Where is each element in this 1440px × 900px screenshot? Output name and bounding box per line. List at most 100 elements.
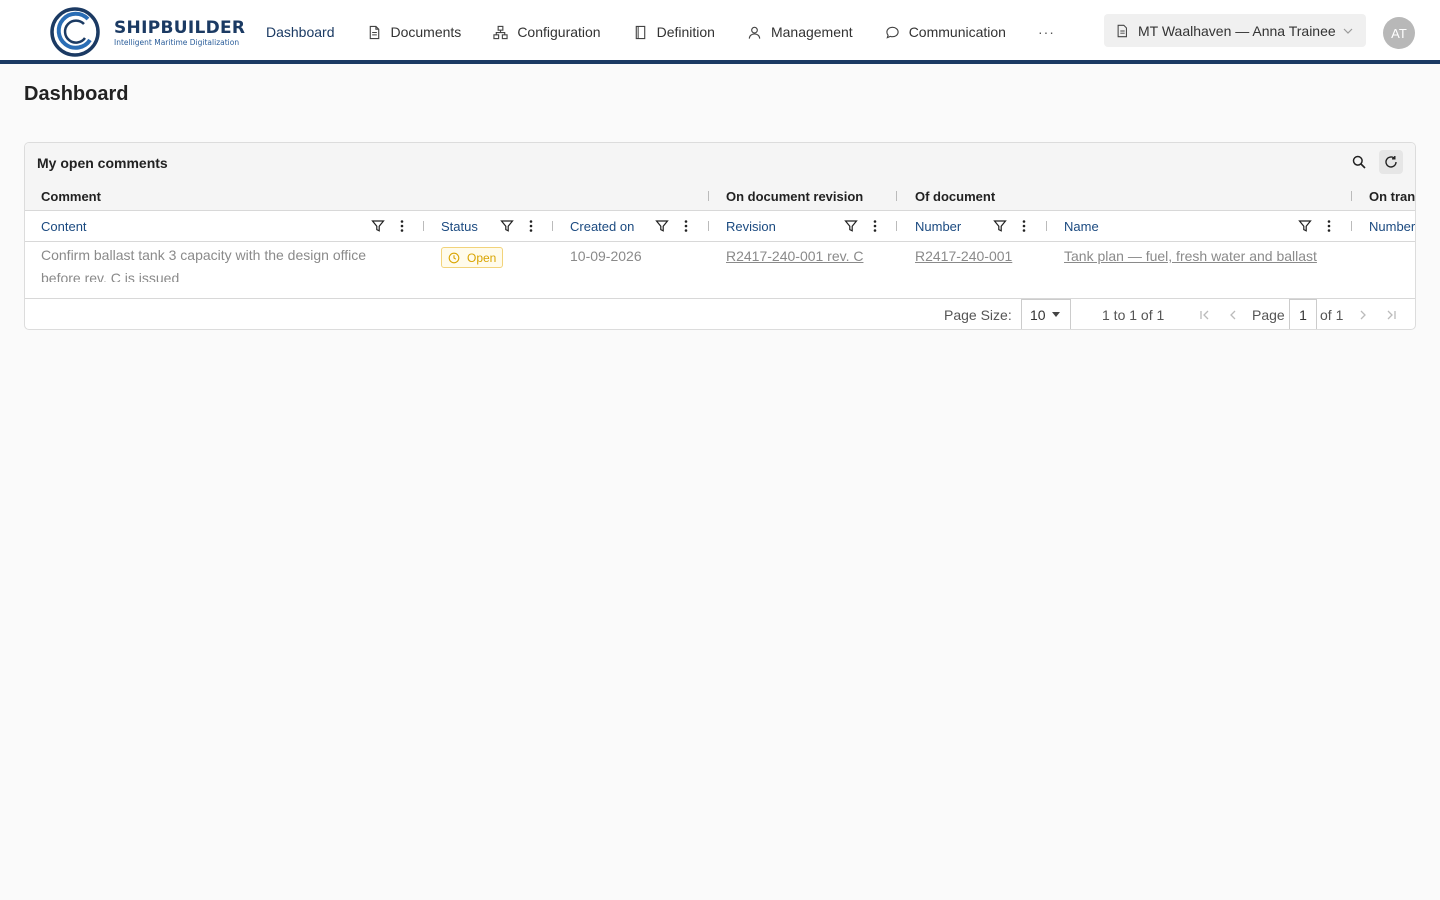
col-revision[interactable]: Revision	[726, 211, 776, 241]
filter-icon[interactable]	[1298, 219, 1312, 233]
clock-icon	[448, 252, 460, 263]
caret-down-icon	[1051, 312, 1060, 317]
group-comment: Comment	[41, 188, 101, 204]
next-page-icon[interactable]	[1356, 308, 1370, 322]
brand-name: SHIPBUILDER	[114, 18, 246, 38]
filter-icon[interactable]	[371, 219, 385, 233]
chevron-down-icon	[1343, 28, 1353, 34]
document-icon	[369, 25, 379, 39]
nav-more-button[interactable]: ···	[1038, 0, 1055, 64]
book-icon	[635, 25, 645, 39]
revision-link[interactable]: R2417-240-001 rev. C	[726, 248, 863, 264]
search-icon	[1352, 155, 1366, 169]
previous-page-icon[interactable]	[1226, 308, 1240, 322]
page-size-select[interactable]: 10	[1021, 299, 1071, 329]
nav-dashboard-label: Dashboard	[266, 24, 335, 40]
col-content[interactable]: Content	[41, 211, 87, 241]
first-page-icon[interactable]	[1198, 308, 1212, 322]
group-separator[interactable]	[896, 191, 897, 201]
column-resize-handle[interactable]	[552, 221, 553, 231]
column-menu-icon[interactable]	[1017, 219, 1031, 233]
group-header-row: Comment On document revision Of document…	[25, 181, 1415, 211]
comments-grid: Comment On document revision Of document…	[25, 181, 1415, 298]
nav-configuration[interactable]: Configuration	[493, 0, 601, 64]
page-number-input[interactable]: 1	[1289, 299, 1317, 329]
column-resize-handle[interactable]	[423, 221, 424, 231]
logo-mark-icon	[50, 7, 100, 57]
table-row[interactable]: Confirm ballast tank 3 capacity with the…	[25, 242, 1415, 284]
document-icon	[1117, 24, 1127, 37]
page-total-label: of 1	[1320, 306, 1344, 323]
shipbuilder-logo[interactable]: SHIPBUILDER Intelligent Maritime Digital…	[50, 7, 250, 59]
user-avatar[interactable]: AT	[1383, 17, 1415, 49]
status-label: Open	[467, 250, 497, 265]
row-range-summary: 1 to 1 of 1	[1102, 306, 1165, 323]
nav-definition-label: Definition	[656, 24, 715, 40]
nav-communication[interactable]: Communication	[885, 0, 1006, 64]
col-number[interactable]: Number	[915, 211, 961, 241]
col-name[interactable]: Name	[1064, 211, 1099, 241]
nav-management[interactable]: Management	[747, 0, 853, 64]
column-header-row: Content Status Created on Revision Numbe…	[25, 211, 1415, 242]
col-status[interactable]: Status	[441, 211, 478, 241]
filter-icon[interactable]	[655, 219, 669, 233]
col-revision-tools	[844, 211, 882, 241]
column-resize-handle[interactable]	[1046, 221, 1047, 231]
col-number-tools	[993, 211, 1031, 241]
group-on-transmittal: On tran	[1369, 188, 1415, 204]
last-page-icon[interactable]	[1384, 308, 1398, 322]
cell-created-on: 10-09-2026	[570, 248, 642, 264]
refresh-button[interactable]	[1379, 150, 1403, 174]
ship-user-label: MT Waalhaven — Anna Trainee	[1138, 22, 1336, 39]
column-resize-handle[interactable]	[708, 221, 709, 231]
page-size-value: 10	[1030, 306, 1046, 323]
brand-tagline: Intelligent Maritime Digitalization	[114, 38, 240, 47]
nav-dashboard[interactable]: Dashboard	[266, 0, 335, 64]
nav-communication-label: Communication	[908, 24, 1006, 40]
top-navigation-bar: SHIPBUILDER Intelligent Maritime Digital…	[0, 0, 1440, 64]
status-badge: Open	[441, 247, 504, 268]
main-nav: Dashboard Documents Configuration Defini…	[266, 0, 1055, 64]
column-menu-icon[interactable]	[679, 219, 693, 233]
col-created-on-tools	[655, 211, 693, 241]
page-title: Dashboard	[24, 83, 129, 105]
pagination-bar: Page Size: 10 1 to 1 of 1 Page 1 of 1	[25, 298, 1415, 329]
nav-documents-label: Documents	[390, 24, 462, 40]
document-number-link[interactable]: R2417-240-001	[915, 248, 1012, 264]
group-of-document: Of document	[915, 188, 996, 204]
page-label: Page	[1252, 306, 1285, 323]
cell-content: Confirm ballast tank 3 capacity with the…	[41, 247, 367, 282]
ship-user-selector[interactable]: MT Waalhaven — Anna Trainee	[1104, 14, 1366, 47]
col-transmittal-number[interactable]: Number	[1369, 211, 1415, 241]
nav-definition[interactable]: Definition	[633, 0, 715, 64]
column-menu-icon[interactable]	[524, 219, 538, 233]
document-name-link[interactable]: Tank plan — fuel, fresh water and ballas…	[1064, 248, 1317, 264]
panel-title: My open comments	[37, 155, 168, 171]
search-button[interactable]	[1347, 150, 1371, 174]
col-content-tools	[371, 211, 409, 241]
col-status-tools	[500, 211, 538, 241]
open-comments-panel: My open comments Comment On document rev…	[24, 142, 1416, 330]
column-menu-icon[interactable]	[868, 219, 882, 233]
refresh-icon	[1385, 156, 1397, 168]
filter-icon[interactable]	[500, 219, 514, 233]
page-size-label: Page Size:	[944, 306, 1012, 323]
column-menu-icon[interactable]	[395, 219, 409, 233]
column-resize-handle[interactable]	[1351, 221, 1352, 231]
group-separator[interactable]	[708, 191, 709, 201]
panel-header: My open comments	[25, 143, 1415, 181]
hierarchy-icon	[493, 25, 508, 39]
chat-icon	[885, 26, 899, 39]
col-created-on[interactable]: Created on	[570, 211, 634, 241]
nav-configuration-label: Configuration	[517, 24, 601, 40]
user-icon	[748, 26, 761, 39]
filter-icon[interactable]	[844, 219, 858, 233]
group-document-revision: On document revision	[726, 188, 864, 204]
col-name-tools	[1298, 211, 1336, 241]
filter-icon[interactable]	[993, 219, 1007, 233]
nav-documents[interactable]: Documents	[367, 0, 462, 64]
group-separator[interactable]	[1351, 191, 1352, 201]
nav-management-label: Management	[770, 24, 853, 40]
column-resize-handle[interactable]	[896, 221, 897, 231]
column-menu-icon[interactable]	[1322, 219, 1336, 233]
